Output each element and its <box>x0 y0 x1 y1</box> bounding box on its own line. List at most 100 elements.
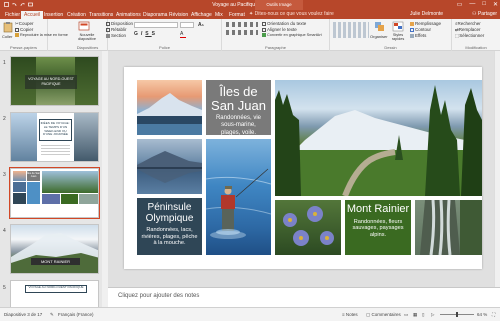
normal-view-icon[interactable]: ▭ <box>404 312 408 318</box>
outline-icon <box>410 27 414 32</box>
find-button[interactable]: ⌕Rechercher <box>455 21 481 26</box>
status-bar: Diapositive 3 de 17 ✎ Français (France) … <box>0 307 500 321</box>
smartart-icon <box>262 33 266 37</box>
text-direction-button[interactable]: Orientation du texte <box>262 21 306 26</box>
notes-toggle-button[interactable]: ≡ Notes <box>342 312 358 317</box>
slide-number: 3 <box>3 172 6 178</box>
maximize-button[interactable]: □ <box>482 1 486 8</box>
font-name-box[interactable] <box>134 22 178 28</box>
waterfall-image <box>79 194 98 204</box>
notes-toggle-label: Notes <box>345 312 358 317</box>
wildflower-image[interactable] <box>275 200 341 255</box>
new-slide-button[interactable] <box>78 21 92 33</box>
reading-view-icon[interactable]: ▯ <box>422 312 424 318</box>
user-name[interactable]: Julie Delmonte <box>410 11 443 17</box>
text-direction-icon <box>262 21 266 26</box>
olympic-tile[interactable]: Péninsule Olympique Randonnées, lacs, ri… <box>137 198 202 255</box>
shape-effects-button[interactable]: Effets <box>410 33 426 38</box>
copy-icon <box>15 27 19 32</box>
tab-home[interactable]: Accueil <box>21 11 44 19</box>
slide-counter: Diapositive 3 de 17 <box>4 312 43 317</box>
fit-slide-icon[interactable]: ⛶ <box>492 312 495 317</box>
copy-button[interactable]: Copier <box>15 27 33 32</box>
close-button[interactable]: ✕ <box>493 1 498 8</box>
shapes-gallery[interactable] <box>333 22 369 38</box>
font-color-button[interactable]: A <box>180 31 190 38</box>
slide-thumbnail-1[interactable]: VOYAGE AU NORD-OUEST PACIFIQUE <box>10 56 99 106</box>
text-lines <box>41 145 70 157</box>
slide-editor[interactable]: Îles de San Juan Randonnées, vie sous-ma… <box>108 51 500 287</box>
shape-outline-button[interactable]: Contour <box>410 27 431 32</box>
grow-font-icon[interactable]: AA <box>198 22 204 28</box>
language-indicator[interactable]: Français (France) <box>58 312 94 317</box>
notes-pane[interactable]: Cliquez pour ajouter des notes <box>108 287 500 307</box>
waterfall-image[interactable] <box>415 200 482 255</box>
comments-button[interactable]: ▢ Commentaires <box>366 312 401 318</box>
quick-styles-button[interactable] <box>392 21 406 33</box>
notes-placeholder: Cliquez pour ajouter des notes <box>118 293 200 299</box>
tab-mix[interactable]: Mix <box>212 11 226 19</box>
arrange-button[interactable] <box>374 21 388 33</box>
green-tile <box>61 194 78 204</box>
picture-tools-label: Outils Image <box>255 0 303 10</box>
current-slide[interactable]: Îles de San Juan Randonnées, vie sous-ma… <box>124 67 482 269</box>
align-buttons[interactable] <box>226 30 258 35</box>
shape-fill-button[interactable]: Remplissage <box>410 21 441 26</box>
minimize-button[interactable]: — <box>469 1 475 8</box>
align-text-button[interactable]: Aligner le texte <box>262 27 297 32</box>
olympic-title: Péninsule Olympique <box>145 202 194 224</box>
zoom-level[interactable]: 64 % <box>477 312 487 317</box>
slide-thumbnail-3[interactable]: Îles de San Juan <box>9 167 100 219</box>
lake-reflection-image[interactable] <box>137 139 202 194</box>
effects-icon <box>410 33 414 38</box>
smartart-button[interactable]: Convertir en graphique SmartArt <box>262 33 322 37</box>
font-group-label: Police <box>159 45 170 50</box>
san-juan-tile[interactable]: Îles de San Juan Randonnées, vie sous-ma… <box>206 80 271 136</box>
share-button[interactable]: ⚇ Partager <box>472 11 497 17</box>
slide-4-title: MONT RAINIER <box>31 258 80 265</box>
tab-format[interactable]: Format <box>226 11 248 19</box>
drawing-group-label: Dessin <box>384 45 397 50</box>
brush-icon <box>15 33 19 37</box>
font-size-box[interactable] <box>180 22 194 28</box>
select-button[interactable]: ⬚Sélectionner <box>455 33 484 39</box>
alpine-meadow-image[interactable] <box>275 80 482 196</box>
zoom-slider-knob[interactable] <box>456 312 458 317</box>
tab-view[interactable]: Affichage <box>188 11 215 19</box>
quick-styles-icon <box>392 21 404 32</box>
find-label: Rechercher <box>457 21 481 26</box>
tab-transitions[interactable]: Transitions <box>86 11 116 19</box>
comments-label: Commentaires <box>371 312 401 317</box>
slide-thumbnail-2[interactable]: IDÉES DE VOYAGE : LE TEMPS D'UN WEEK-END… <box>10 112 99 162</box>
sorter-view-icon[interactable]: ▦ <box>413 312 417 318</box>
rainier-tile[interactable]: Mont Rainier Randonnées, fleurs sauvages… <box>345 200 411 255</box>
share-label: Partager <box>477 11 498 17</box>
fly-fishing-image[interactable] <box>206 139 271 255</box>
editor-scrollbar[interactable] <box>494 51 500 287</box>
arrange-icon <box>375 22 384 31</box>
tell-me-box[interactable]: ✦ Dites-nous ce que vous voulez faire <box>249 11 334 17</box>
spellcheck-icon[interactable]: ✎ <box>50 312 54 318</box>
san-juan-description: Randonnées, vie sous-marine, plages, voi… <box>215 115 262 136</box>
paste-label: Coller <box>2 34 13 39</box>
paragraph-group-label: Paragraphe <box>265 45 286 50</box>
slide-thumbnails-pane[interactable]: 1 VOYAGE AU NORD-OUEST PACIFIQUE 2 IDÉES… <box>0 51 103 315</box>
rainier-title: Mont Rainier <box>346 203 410 215</box>
slides-group-label: Diapositives <box>76 45 99 50</box>
shape-fill-label: Remplissage <box>415 21 442 26</box>
fisherman <box>206 168 271 239</box>
water-image <box>11 113 37 161</box>
list-buttons[interactable] <box>226 22 258 27</box>
slideshow-view-icon[interactable]: ▷ <box>431 312 434 318</box>
tab-insert[interactable]: Insertion <box>41 11 66 19</box>
font-format-buttons[interactable]: GISS <box>134 31 158 37</box>
new-slide-label: Nouvelle diapositive <box>78 33 96 41</box>
mountain-sunset-image[interactable] <box>137 80 202 135</box>
arrange-label: Organiser <box>370 34 388 39</box>
ribbon-display-icon[interactable]: ▭ <box>457 1 463 8</box>
tab-file[interactable]: Fichier <box>2 11 23 19</box>
paste-button[interactable] <box>2 21 16 33</box>
align-text-label: Aligner le texte <box>267 27 297 32</box>
slide-thumbnail-4[interactable]: MONT RAINIER <box>10 224 99 274</box>
clipboard-group: Coller ✂Couper Copier Reproduire la mise… <box>0 19 68 51</box>
